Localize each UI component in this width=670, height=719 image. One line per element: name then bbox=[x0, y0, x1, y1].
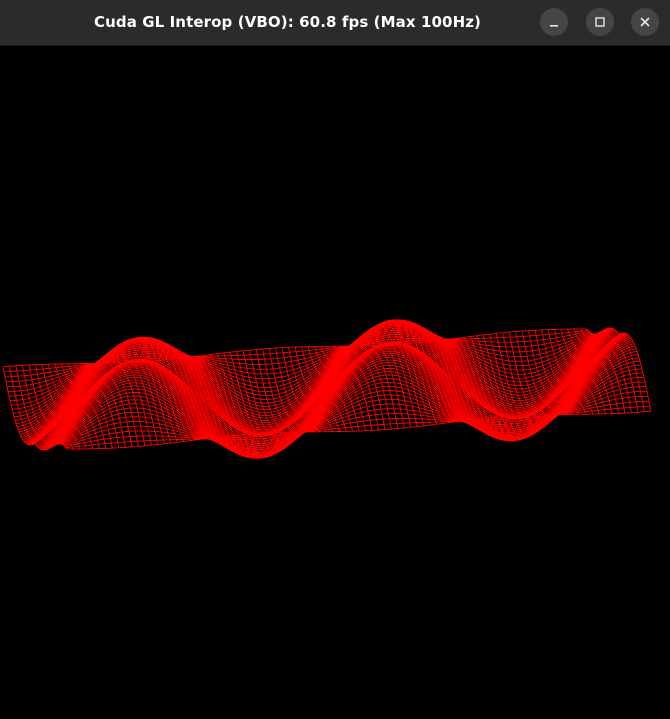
app-window: Cuda GL Interop (VBO): 60.8 fps (Max 100… bbox=[0, 0, 670, 719]
window-title: Cuda GL Interop (VBO): 60.8 fps (Max 100… bbox=[93, 13, 482, 31]
minimize-icon bbox=[550, 25, 558, 27]
gl-viewport[interactable] bbox=[0, 46, 670, 719]
close-button[interactable] bbox=[631, 8, 659, 36]
maximize-icon bbox=[595, 17, 605, 27]
close-icon bbox=[640, 17, 650, 27]
minimize-button[interactable] bbox=[540, 8, 568, 36]
sine-wave-mesh bbox=[2, 319, 652, 459]
title-bar[interactable]: Cuda GL Interop (VBO): 60.8 fps (Max 100… bbox=[0, 0, 670, 46]
maximize-button[interactable] bbox=[586, 8, 614, 36]
mesh-lines bbox=[2, 319, 652, 459]
